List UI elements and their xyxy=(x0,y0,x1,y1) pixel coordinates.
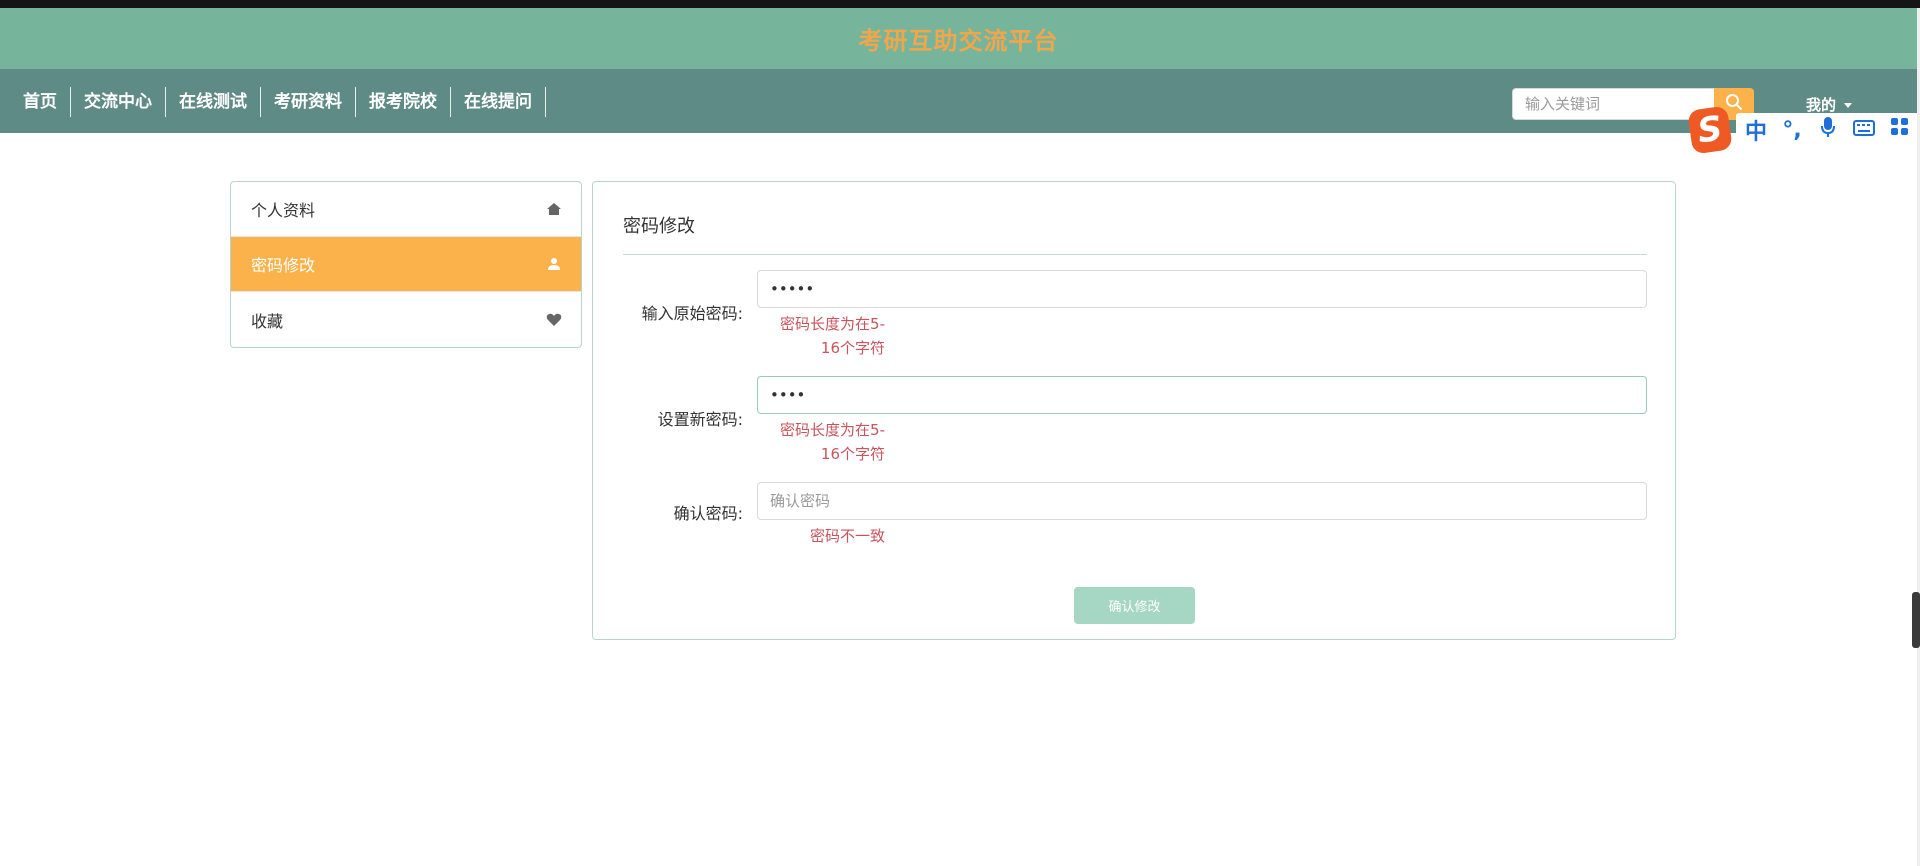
password-change-panel: 密码修改 输入原始密码: 密码长度为在5- 16个字符 设置新密码: 密码长度为… xyxy=(592,181,1676,640)
mic-icon[interactable] xyxy=(1814,116,1842,144)
sidebar-item-password[interactable]: 密码修改 xyxy=(231,237,581,292)
window-top-strip xyxy=(0,0,1920,8)
sidebar-item-label: 密码修改 xyxy=(251,256,316,275)
old-password-error-line1: 密码长度为在5- xyxy=(780,315,885,333)
new-password-field[interactable] xyxy=(757,376,1647,414)
sidebar-item-profile[interactable]: 个人资料 xyxy=(231,182,581,237)
ime-punctuation-toggle[interactable]: °, xyxy=(1778,118,1806,143)
heart-icon xyxy=(546,312,562,328)
nav-item-online-questions[interactable]: 在线提问 xyxy=(451,87,546,117)
scrollbar-thumb[interactable] xyxy=(1912,592,1920,648)
search-input[interactable] xyxy=(1512,88,1714,120)
confirm-password-field[interactable] xyxy=(757,482,1647,520)
panel-title: 密码修改 xyxy=(623,216,695,237)
nav-item-exam-materials[interactable]: 考研资料 xyxy=(261,87,356,117)
new-password-error-line1: 密码长度为在5- xyxy=(780,421,885,439)
keyboard-icon[interactable] xyxy=(1850,118,1878,143)
confirm-change-button[interactable]: 确认修改 xyxy=(1074,587,1195,624)
title-bar: 考研互助交流平台 xyxy=(0,8,1917,69)
old-password-error-line2: 16个字符 xyxy=(820,339,885,357)
old-password-field[interactable] xyxy=(757,270,1647,308)
ime-toolbar: S 中 °, xyxy=(1687,105,1920,155)
panel-divider xyxy=(623,254,1647,255)
site-title: 考研互助交流平台 xyxy=(858,27,1059,55)
new-password-error: 密码长度为在5- 16个字符 xyxy=(765,418,885,466)
confirm-password-error: 密码不一致 xyxy=(809,527,885,545)
nav-item-target-schools[interactable]: 报考院校 xyxy=(356,87,451,117)
sidebar-item-label: 收藏 xyxy=(251,311,284,331)
user-icon xyxy=(546,256,562,272)
confirm-password-label: 确认密码: xyxy=(673,504,743,523)
nav-item-home[interactable]: 首页 xyxy=(10,87,71,117)
sidebar-item-label: 个人资料 xyxy=(251,201,316,220)
ime-logo-icon[interactable]: S xyxy=(1687,105,1733,155)
ime-chinese-toggle[interactable]: 中 xyxy=(1742,114,1770,146)
nav-list: 首页 交流中心 在线测试 考研资料 报考院校 在线提问 xyxy=(10,87,546,117)
sidebar-item-favorites[interactable]: 收藏 xyxy=(231,292,581,347)
sidebar-menu: 个人资料 密码修改 收藏 xyxy=(230,181,582,348)
grid-icon[interactable] xyxy=(1886,117,1914,143)
nav-item-exchange-center[interactable]: 交流中心 xyxy=(71,87,166,117)
old-password-label: 输入原始密码: xyxy=(641,304,743,323)
nav-item-online-test[interactable]: 在线测试 xyxy=(166,87,261,117)
home-icon xyxy=(546,201,562,217)
new-password-error-line2: 16个字符 xyxy=(820,445,885,463)
new-password-label: 设置新密码: xyxy=(657,410,743,429)
ime-tools: 中 °, xyxy=(1736,113,1920,147)
old-password-error: 密码长度为在5- 16个字符 xyxy=(765,312,885,360)
